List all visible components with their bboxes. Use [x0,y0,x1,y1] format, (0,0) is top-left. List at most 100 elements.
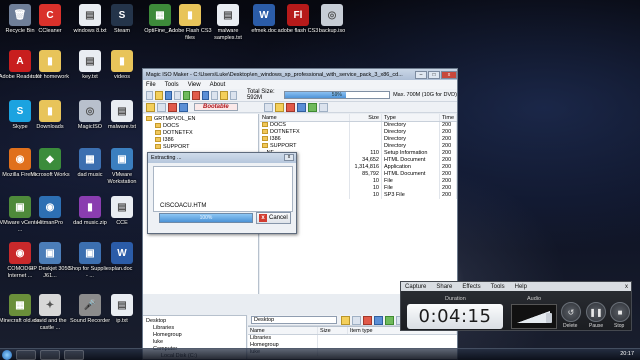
delete-button[interactable]: ↺ [561,302,581,322]
up-folder-icon[interactable] [146,102,155,112]
desktop-icon[interactable]: ▤ malware samples.txt [208,0,248,52]
desktop-icon[interactable]: ▮ Adobe Flash CS3 files [168,0,212,52]
cancel-button[interactable]: x Cancel [256,212,291,224]
desktop-icon[interactable]: ◎ backup.iso [312,0,352,52]
desktop-icon[interactable]: ▣ HP Deskjet 3050 J61... [29,238,71,290]
taskbar-button-firefox[interactable] [40,350,60,360]
new-folder-icon[interactable] [157,102,166,112]
cell-type: HTML Document [382,171,440,178]
recorder-menu-tools[interactable]: Tools [491,284,505,290]
delete-file-icon[interactable] [285,102,295,112]
table-row[interactable]: DOCS Directory 200 [260,122,457,129]
mount-icon[interactable] [211,90,219,100]
details-view-icon[interactable] [318,102,328,112]
extract-progress-text: 100% [199,215,213,221]
cell-type: Application [382,164,440,171]
iso-tree-item[interactable]: GRTMPVOL_EN [143,116,258,123]
iso-tree-item[interactable]: SUPPORT [143,144,258,151]
local-tree-item[interactable]: Libraries [143,325,246,332]
recorder-menu-share[interactable]: Share [436,284,452,290]
magiciso-titlebar[interactable]: Magic ISO Maker - C:\Users\Luke\Desktop\… [143,69,457,80]
extract-icon[interactable] [220,90,228,100]
desktop-icon[interactable]: ▤ malware.txt [102,96,142,148]
recorder-close-button[interactable]: x [625,284,628,290]
iso-tree-item[interactable]: I386 [143,137,258,144]
desktop-icon[interactable]: ◉ HitmanPro [30,192,70,244]
table-row[interactable]: SUPPORT Directory 200 [260,143,457,150]
burn-icon[interactable] [201,90,210,100]
desktop-icon[interactable]: ▤ ip.txt [102,290,142,342]
close-button[interactable]: x [441,70,457,79]
local-view-icon[interactable] [374,315,383,325]
menu-file[interactable]: File [146,82,156,88]
table-row[interactable]: DOTNETFX Directory 200 [260,129,457,136]
list-item[interactable]: Libraries [248,335,457,342]
desktop-icon[interactable]: ▮ tutor homework [30,46,70,98]
local-column-name[interactable]: Name [248,327,318,334]
properties-icon[interactable] [173,90,182,100]
extracting-dialog[interactable]: Extracting ... x CISCOACU.HTM 100% x Can… [147,152,297,234]
local-path-combo[interactable]: Desktop [251,316,337,324]
extract-to-icon[interactable] [274,102,284,112]
recorder-menu-capture[interactable]: Capture [405,284,426,290]
start-button[interactable] [2,350,12,360]
audio-slider-knob[interactable] [546,313,552,323]
recorder-menu-help[interactable]: Help [515,284,527,290]
column-type[interactable]: Type [382,114,440,121]
desktop-icon[interactable]: S Steam [102,0,142,52]
iso-tree-item[interactable]: DOTNETFX [143,130,258,137]
bootable-button[interactable]: Bootable [194,103,238,111]
audio-level-slider[interactable] [511,304,557,329]
column-size[interactable]: Size [350,114,382,121]
desktop-icon[interactable]: ▮ Downloads [30,96,70,148]
screen-recorder[interactable]: Capture Share Effects Tools Help x Durat… [400,281,632,331]
cell-type: File [382,185,440,192]
view-icon[interactable] [179,102,188,112]
stop-button[interactable]: ■ [610,302,630,322]
folder-up-icon[interactable] [263,102,273,112]
menu-view[interactable]: View [188,82,201,88]
add-icon[interactable] [307,102,317,112]
new-icon[interactable] [146,90,154,100]
taskbar-button-magiciso[interactable] [64,350,84,360]
desktop-icon[interactable]: C CCleaner [30,0,70,52]
pause-button[interactable]: ❚❚ [586,302,606,322]
remove-icon[interactable] [168,102,177,112]
local-tree-item[interactable]: Homegroup [143,332,246,339]
dialog-titlebar[interactable]: Extracting ... x [148,153,296,163]
delete-icon[interactable] [192,90,200,100]
desktop-icon[interactable]: ▣ VMware Workstation [102,144,142,196]
local-add-icon[interactable] [385,315,394,325]
iso-tree-item[interactable]: DOCS [143,123,258,130]
desktop-icon[interactable]: ▮ videos [102,46,142,98]
desktop-icon-image: ▣ [79,242,101,264]
table-row[interactable]: I386 Directory 200 [260,136,457,143]
local-up-icon[interactable] [341,315,350,325]
taskbar-button-explorer[interactable] [16,350,36,360]
local-tree-item[interactable]: Desktop [143,318,246,325]
minimize-button[interactable]: – [415,70,427,79]
dialog-close-button[interactable]: x [284,154,294,161]
desktop-icon-image: ▦ [149,4,171,26]
local-newfolder-icon[interactable] [352,315,361,325]
column-time[interactable]: Time [440,114,457,121]
desktop-icon-label: ip.txt [116,318,128,324]
menu-about[interactable]: About [210,82,226,88]
save-icon[interactable] [164,90,172,100]
local-tree-item[interactable]: luke [143,339,246,346]
desktop-icon[interactable]: ▤ CCE [102,192,142,244]
open-icon[interactable] [155,90,163,100]
desktop-icon[interactable]: ◆ Microsoft Works [30,144,70,196]
menu-tools[interactable]: Tools [165,82,179,88]
add-files-icon[interactable] [183,90,191,100]
rename-icon[interactable] [296,102,306,112]
desktop-icon[interactable]: Wplan.doc [102,238,142,290]
taskbar-clock[interactable]: 20:17 [620,351,634,357]
desktop-icon[interactable]: ✦ david and the castle ... [30,290,70,342]
help-icon[interactable] [229,90,237,100]
local-delete-icon[interactable] [363,315,372,325]
column-name[interactable]: Name [260,114,350,121]
maximize-button[interactable]: □ [428,70,440,79]
recorder-menu-effects[interactable]: Effects [462,284,480,290]
local-column-size[interactable]: Size [318,327,348,334]
